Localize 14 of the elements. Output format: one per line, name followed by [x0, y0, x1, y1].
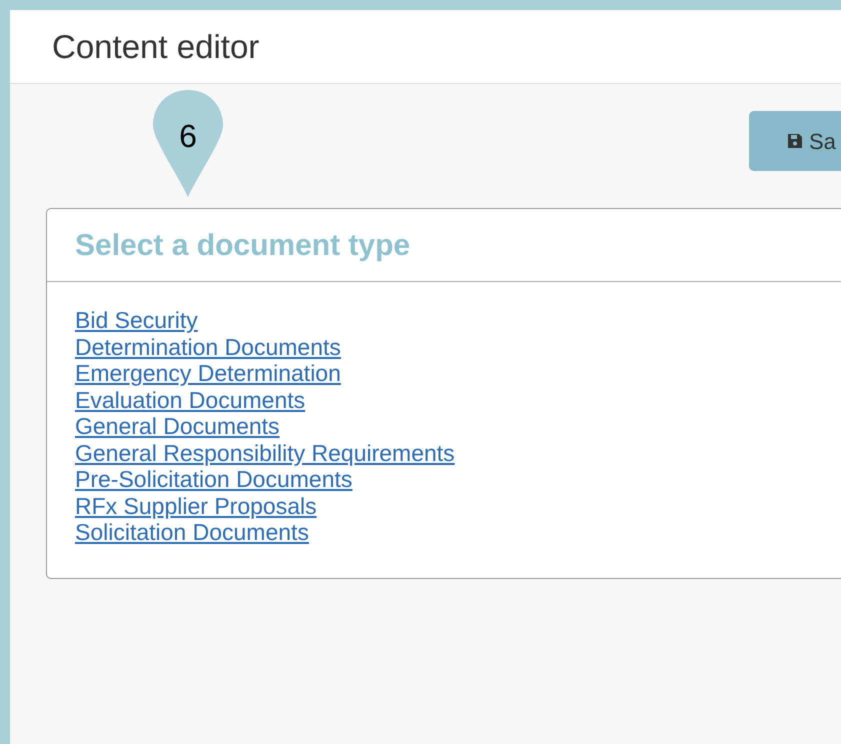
step-number: 6: [178, 117, 198, 156]
document-type-link[interactable]: Determination Documents: [75, 334, 341, 360]
document-type-link[interactable]: General Documents: [75, 413, 280, 440]
document-type-link[interactable]: General Responsibility Requirements: [75, 440, 455, 466]
page-title: Content editor: [52, 26, 260, 67]
pin-icon: [153, 90, 223, 197]
document-type-link[interactable]: Pre-Solicitation Documents: [75, 466, 352, 492]
document-type-link[interactable]: Bid Security: [75, 307, 198, 334]
card-title: Select a document type: [75, 228, 410, 264]
document-type-link[interactable]: RFx Supplier Proposals: [75, 492, 317, 519]
document-type-link[interactable]: Evaluation Documents: [75, 386, 306, 413]
document-type-link[interactable]: Solicitation Documents: [75, 519, 309, 546]
save-button[interactable]: Sa: [749, 111, 841, 171]
document-type-link[interactable]: Emergency Determination: [75, 360, 341, 386]
